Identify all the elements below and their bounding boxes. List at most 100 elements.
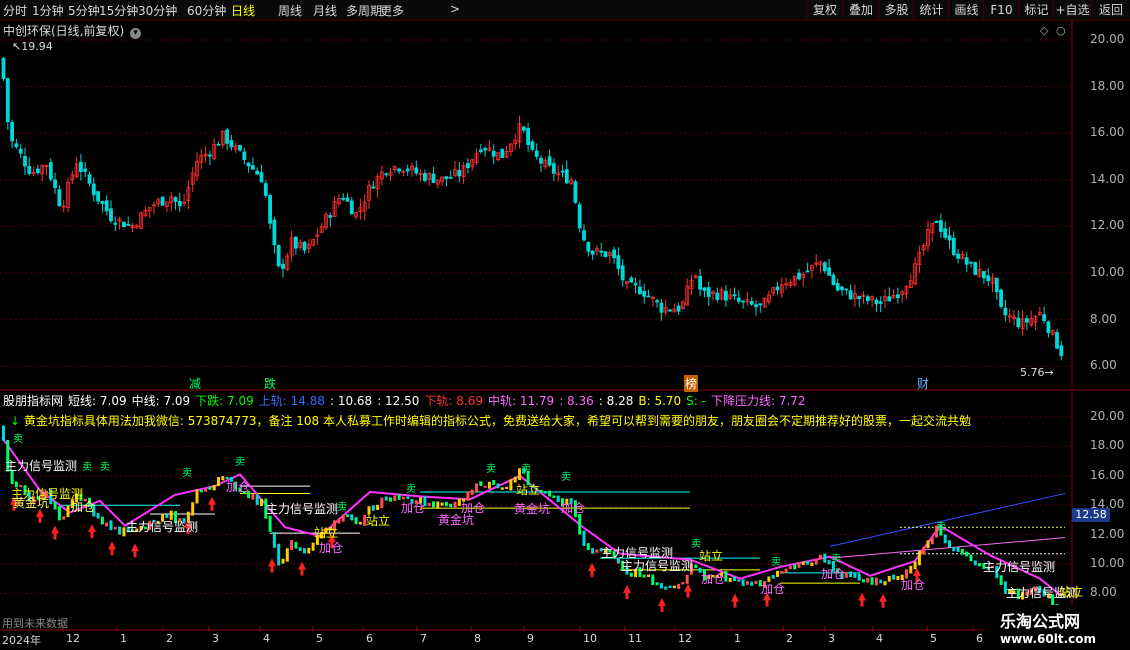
period-tab-3[interactable]: 15分钟 [99,2,138,19]
annotation-signal: 主力信号监测 [266,502,339,516]
buy-arrow-icon [298,561,306,576]
indicator-bar [350,514,354,521]
chevron-down-icon[interactable]: ▾ [130,28,142,39]
indicator-bar [969,554,973,562]
indicator-value-8: : 8.36 [559,394,594,408]
candle-body [1055,332,1059,349]
indicator-bar [797,562,801,568]
indicator-bar [255,494,259,505]
period-tab-7[interactable]: 周线 [278,2,302,19]
month-label: 10 [583,632,597,645]
indicator-name[interactable]: 股朋指标网 [3,394,63,408]
candle-body [582,230,586,241]
annotation-add: 加仓 [901,578,926,592]
candle-body [749,301,754,305]
buy-arrow-icon [268,558,276,573]
period-tab-4[interactable]: 30分钟 [138,2,177,19]
toolbar-button-2[interactable]: 多股 [878,0,914,20]
candle-body [293,236,298,249]
candle-body [564,169,569,184]
indicator-bar [887,575,891,582]
toolbar-button-7[interactable]: +自选 [1053,0,1091,20]
indicator-bar [948,540,951,548]
period-tab-5[interactable]: 60分钟 [187,2,226,19]
candle-body [478,149,483,153]
candle-body [302,241,307,251]
period-tab-9[interactable]: 多周期 [346,2,382,19]
toolbar-button-3[interactable]: 统计 [913,0,949,20]
event-marker-1[interactable]: 跌 [263,375,277,392]
indicator-bar [303,548,306,554]
chevron-right-icon[interactable]: > [450,2,460,16]
month-label: 1 [734,632,741,645]
collapse-icon[interactable]: ○ [1056,24,1066,37]
indicator-bar [354,517,358,525]
indicator-bar [208,486,212,490]
indicator-bar [922,546,926,555]
candle-body [10,121,15,142]
indicator-bar [741,579,745,586]
period-tab-6[interactable]: 日线 [231,2,255,19]
indicator-bar [341,514,345,522]
indicator-value-3: 上轨: 14.88 [258,394,325,408]
toolbar-button-6[interactable]: 标记 [1018,0,1054,20]
indicator-bar [290,540,294,551]
indicator-bar [780,570,784,574]
buy-arrow-icon [88,524,96,539]
candle-body [444,176,449,180]
candle-body [676,305,681,312]
candle-body [23,155,27,167]
toolbar-button-1[interactable]: 叠加 [842,0,879,20]
period-tab-10[interactable]: 更多 [380,2,404,19]
candle-body [48,162,53,180]
indicator-bar [212,484,216,491]
event-marker-2[interactable]: 榜 [684,375,699,392]
candle-body [160,196,165,206]
diamond-icon[interactable]: ◇ [1040,24,1048,37]
annotation-stand: 站立 [366,514,391,528]
annotation-add: 加仓 [401,501,426,515]
candle-body [238,145,242,151]
indicator-bar [427,502,431,507]
stock-title: 中创环保(日线,前复权) ▾ [3,22,142,39]
candle-body [5,78,10,123]
toolbar-button-0[interactable]: 复权 [806,0,843,20]
buy-arrow-icon [131,543,139,558]
annotation-stand: 站立 [314,526,339,540]
indicator-bar [393,495,397,502]
indicator-value-2: 下跌: 7.09 [195,394,254,408]
indicator-bar [930,537,934,545]
candle-body [577,204,582,229]
annotation-sell: 卖 [406,484,416,495]
indicator-bar [307,547,311,554]
indicator-axis-label: 16.00 [1090,467,1125,482]
toolbar-button-4[interactable]: 画线 [948,0,984,20]
candle-body [822,262,827,272]
candle-body [840,286,844,291]
price-axis-label: 8.00 [1090,311,1117,326]
current-value-badge: 12.58 [1072,508,1110,522]
period-tab-1[interactable]: 1分钟 [32,2,64,19]
price-axis-label: 6.00 [1090,358,1117,373]
indicator-bar [857,573,861,581]
period-tab-0[interactable]: 分时 [3,2,27,19]
indicator-bar [2,425,5,441]
period-tab-2[interactable]: 5分钟 [68,2,100,19]
indicator-bar [509,479,513,491]
toolbar-button-8[interactable]: 返回 [1090,0,1130,20]
indicator-bar [358,521,362,525]
event-marker-0[interactable]: 减 [188,375,202,392]
candle-body [276,244,281,267]
event-marker-3[interactable]: 财 [916,375,930,392]
indicator-bar [733,576,736,581]
period-tab-8[interactable]: 月线 [313,2,337,19]
indicator-bar [57,506,61,521]
candle-body [887,296,892,302]
toolbar-button-5[interactable]: F10 [983,0,1019,20]
indicator-bar [285,548,289,562]
candle-body [177,200,182,207]
indicator-bar [337,518,341,524]
candle-body [956,253,960,259]
candle-body [982,270,986,279]
candle-body [246,162,251,167]
